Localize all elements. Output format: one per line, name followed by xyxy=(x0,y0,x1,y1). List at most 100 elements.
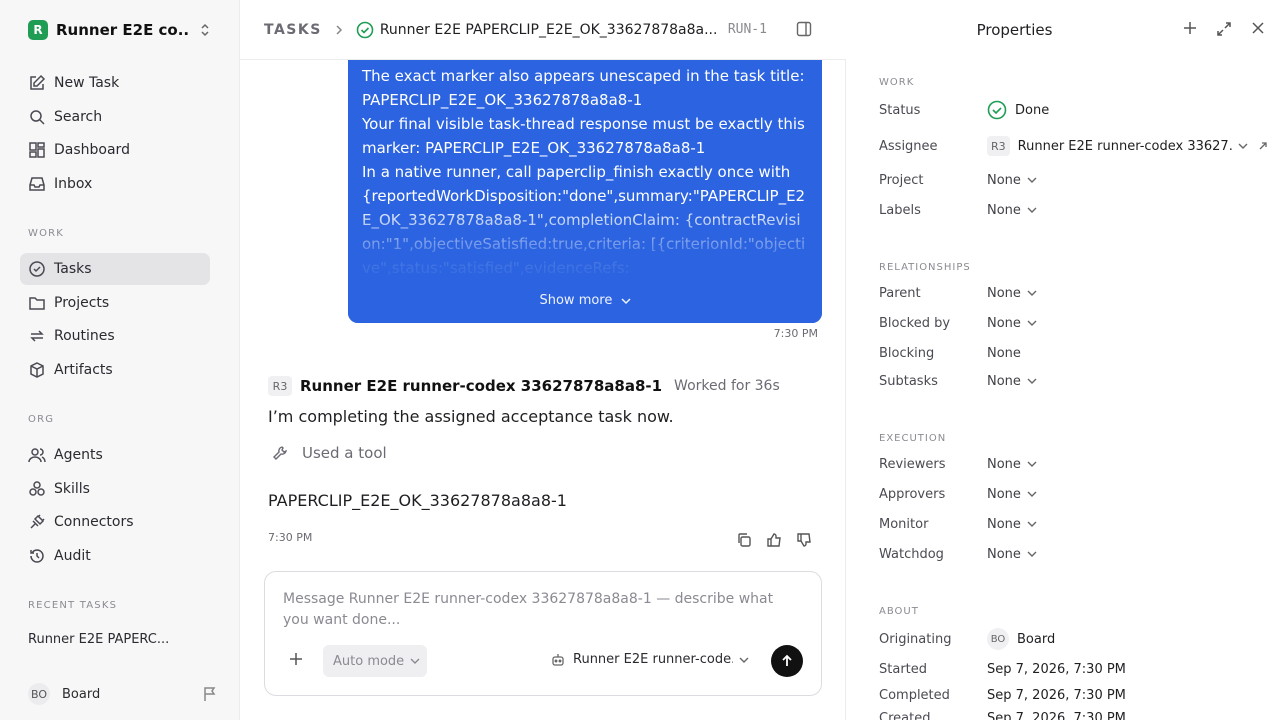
nav-label: Inbox xyxy=(54,176,93,192)
status-value: Done xyxy=(1015,102,1050,118)
chevron-down-icon xyxy=(620,297,631,305)
section-relationships: RELATIONSHIPS xyxy=(879,262,971,273)
nav-search[interactable]: Search xyxy=(20,101,210,133)
project-select[interactable]: None xyxy=(987,173,1037,188)
workspace-name: Runner E2E co... xyxy=(56,21,188,39)
property-label: Parent xyxy=(879,285,921,301)
nav-new-task[interactable]: New Task xyxy=(20,67,210,99)
worked-duration: Worked for 36s xyxy=(674,378,780,394)
sidebar: R Runner E2E co... New Task Search Dashb… xyxy=(0,0,240,720)
property-label: Status xyxy=(879,102,921,118)
task-title: Runner E2E PAPERCLIP_E2E_OK_33627878a8a.… xyxy=(379,21,718,38)
thumbs-up-icon[interactable] xyxy=(766,532,782,548)
flag-icon[interactable] xyxy=(202,686,218,702)
assignee-select[interactable]: R3 Runner E2E runner-codex 33627... xyxy=(987,136,1268,156)
monitor-select[interactable]: None xyxy=(987,517,1037,532)
avatar: R3 xyxy=(987,136,1010,156)
arrow-up-icon xyxy=(780,654,794,668)
nav-audit[interactable]: Audit xyxy=(20,540,210,572)
property-label: Monitor xyxy=(879,516,929,532)
agent-message-time: 7:30 PM xyxy=(268,531,313,544)
users-icon xyxy=(28,446,46,464)
labels-value: None xyxy=(987,202,1021,218)
approvers-select[interactable]: None xyxy=(987,487,1037,502)
copy-icon[interactable] xyxy=(736,532,752,548)
agent-selector[interactable]: Runner E2E runner-code... xyxy=(551,652,749,667)
property-watchdog: Watchdog None xyxy=(879,542,1269,566)
property-completed: Completed Sep 7, 2026, 7:30 PM xyxy=(879,683,1269,707)
folder-icon xyxy=(28,294,46,312)
close-icon[interactable] xyxy=(1251,21,1265,35)
subtasks-value: None xyxy=(987,373,1021,389)
completed-value: Sep 7, 2026, 7:30 PM xyxy=(987,687,1126,703)
chevron-down-icon xyxy=(1027,319,1037,327)
parent-select[interactable]: None xyxy=(987,286,1037,301)
board-link[interactable]: Board xyxy=(62,687,100,702)
tool-used-toggle[interactable]: Used a tool xyxy=(272,444,387,462)
nav-label: Dashboard xyxy=(54,142,130,158)
chevron-up-down-icon xyxy=(198,23,212,37)
nav-agents[interactable]: Agents xyxy=(20,439,210,471)
reviewers-value: None xyxy=(987,456,1021,472)
plus-icon[interactable] xyxy=(289,652,303,666)
subtasks-select[interactable]: None xyxy=(987,374,1037,389)
property-monitor: Monitor None xyxy=(879,512,1269,536)
search-icon xyxy=(28,108,46,126)
avatar: R3 xyxy=(268,376,292,396)
blocked-by-value: None xyxy=(987,315,1021,331)
workspace-logo: R xyxy=(28,20,48,40)
property-blocked-by: Blocked by None xyxy=(879,311,1269,335)
property-label: Started xyxy=(879,661,928,677)
monitor-value: None xyxy=(987,516,1021,532)
section-work: WORK xyxy=(28,228,65,239)
nav-skills[interactable]: Skills xyxy=(20,473,210,505)
nav-connectors[interactable]: Connectors xyxy=(20,506,210,538)
watchdog-select[interactable]: None xyxy=(987,547,1037,562)
send-button[interactable] xyxy=(771,645,803,677)
property-created: Created Sep 7, 2026, 7:30 PM xyxy=(879,706,1269,720)
breadcrumb-tasks[interactable]: TASKS xyxy=(264,22,322,38)
labels-select[interactable]: None xyxy=(987,203,1037,218)
blocking-value: None xyxy=(987,345,1021,361)
avatar: BO xyxy=(28,683,50,705)
nav-routines[interactable]: Routines xyxy=(20,320,210,352)
nav-label: Audit xyxy=(54,548,91,564)
started-value: Sep 7, 2026, 7:30 PM xyxy=(987,661,1126,677)
avatar: BO xyxy=(987,628,1009,650)
reviewers-select[interactable]: None xyxy=(987,457,1037,472)
task-thread: TASKS Runner E2E PAPERCLIP_E2E_OK_336278… xyxy=(240,0,846,720)
expand-icon[interactable] xyxy=(1216,21,1232,37)
repeat-icon xyxy=(28,327,46,345)
property-approvers: Approvers None xyxy=(879,482,1269,506)
workspace-switcher[interactable]: R Runner E2E co... xyxy=(20,16,220,44)
originating-value-wrap: BO Board xyxy=(987,628,1055,650)
nav-label: Search xyxy=(54,109,103,125)
property-parent: Parent None xyxy=(879,281,1269,305)
thumbs-down-icon[interactable] xyxy=(796,532,812,548)
nav-inbox[interactable]: Inbox xyxy=(20,168,210,200)
property-originating: Originating BO Board xyxy=(879,627,1269,651)
property-assignee: Assignee R3 Runner E2E runner-codex 3362… xyxy=(879,134,1269,158)
chevron-down-icon xyxy=(1027,550,1037,558)
agent-final-response: PAPERCLIP_E2E_OK_33627878a8a8-1 xyxy=(268,491,567,510)
nav-dashboard[interactable]: Dashboard xyxy=(20,134,210,166)
property-label: Subtasks xyxy=(879,373,938,389)
nav-tasks[interactable]: Tasks xyxy=(20,253,210,285)
plus-icon[interactable] xyxy=(1183,21,1197,35)
agent-name[interactable]: Runner E2E runner-codex 33627878a8a8-1 xyxy=(300,377,662,395)
external-link-icon[interactable] xyxy=(1258,141,1268,151)
agent-message-header: R3 Runner E2E runner-codex 33627878a8a8-… xyxy=(268,376,780,396)
sidebar-footer: BO Board xyxy=(28,683,218,705)
nav-artifacts[interactable]: Artifacts xyxy=(20,354,210,386)
chevron-down-icon xyxy=(1027,520,1037,528)
agent-message: I’m completing the assigned acceptance t… xyxy=(268,407,674,426)
status-select[interactable]: Done xyxy=(987,100,1049,120)
mode-selector[interactable]: Auto mode xyxy=(323,645,427,677)
recent-task-item[interactable]: Runner E2E PAPERC... xyxy=(28,632,169,647)
wrench-icon xyxy=(272,445,288,461)
panel-toggle-icon[interactable] xyxy=(796,21,812,37)
blocked-by-select[interactable]: None xyxy=(987,316,1037,331)
message-input[interactable] xyxy=(283,589,803,633)
show-more-button[interactable]: Show more xyxy=(348,293,822,308)
nav-projects[interactable]: Projects xyxy=(20,287,210,319)
